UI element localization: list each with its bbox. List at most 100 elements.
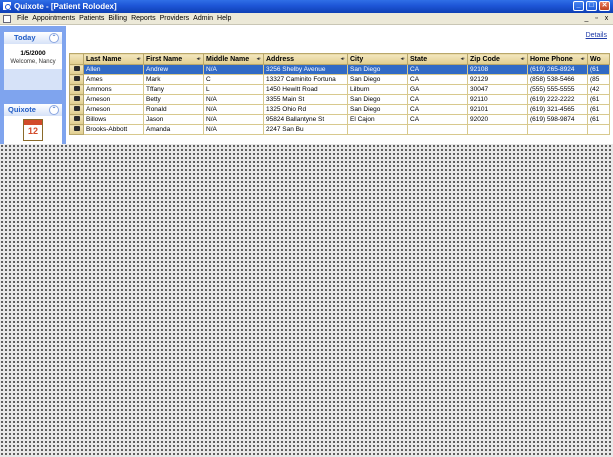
row-selector[interactable] <box>69 124 84 135</box>
table-cell[interactable]: CA <box>407 74 468 85</box>
table-cell[interactable] <box>467 124 528 135</box>
column-header-state[interactable]: State ◂▫ <box>407 53 468 65</box>
table-cell[interactable]: 3355 Main St <box>263 94 348 105</box>
menu-patients[interactable]: Patients <box>79 13 108 25</box>
table-cell[interactable]: Tffany <box>143 84 204 95</box>
table-cell[interactable]: San Diego <box>347 104 408 115</box>
column-header-first-name[interactable]: First Name ◂▫ <box>143 53 204 65</box>
table-cell[interactable] <box>407 124 468 135</box>
table-cell[interactable]: N/A <box>203 64 264 75</box>
sort-icon[interactable]: ◂▫ <box>581 56 585 62</box>
table-cell[interactable] <box>347 124 408 135</box>
menu-file[interactable]: File <box>17 13 32 25</box>
table-cell[interactable]: (61 <box>587 104 610 115</box>
table-cell[interactable]: Arneson <box>83 104 144 115</box>
table-cell[interactable]: (619) 321-4565 <box>527 104 588 115</box>
table-cell[interactable]: 1450 Hewitt Road <box>263 84 348 95</box>
table-cell[interactable]: (61 <box>587 114 610 125</box>
table-cell[interactable]: (555) 555-5555 <box>527 84 588 95</box>
table-row[interactable]: Arneson Betty N/A 3355 Main St San Diego CA 92… <box>69 94 610 105</box>
menu-providers[interactable]: Providers <box>160 13 194 25</box>
row-selector[interactable] <box>69 84 84 95</box>
table-cell[interactable]: Allen <box>83 64 144 75</box>
table-cell[interactable]: (619) 598-9874 <box>527 114 588 125</box>
details-link[interactable]: Details <box>586 32 607 39</box>
sort-icon[interactable]: ◂▫ <box>137 56 141 62</box>
menu-help[interactable]: Help <box>217 13 235 25</box>
column-header-middle-name[interactable]: Middle Name ◂▫ <box>203 53 264 65</box>
table-row[interactable]: Ammons Tffany L 1450 Hewitt Road Lilburn GA 30… <box>69 84 610 95</box>
column-header-work-phone[interactable]: Wo <box>587 53 610 65</box>
collapse-icon[interactable]: ⌃ <box>49 105 59 115</box>
table-cell[interactable]: GA <box>407 84 468 95</box>
sort-icon[interactable]: ◂▫ <box>197 56 201 62</box>
minimize-button[interactable]: _ <box>573 1 584 11</box>
table-cell[interactable]: 30047 <box>467 84 528 95</box>
column-header-address[interactable]: Address ◂▫ <box>263 53 348 65</box>
row-selector[interactable] <box>69 94 84 105</box>
table-cell[interactable]: N/A <box>203 114 264 125</box>
row-selector[interactable] <box>69 104 84 115</box>
menu-billing[interactable]: Billing <box>108 13 131 25</box>
menu-appointments[interactable]: Appointments <box>32 13 79 25</box>
table-cell[interactable]: (85 <box>587 74 610 85</box>
table-cell[interactable]: L <box>203 84 264 95</box>
table-cell[interactable]: San Diego <box>347 64 408 75</box>
sort-icon[interactable]: ◂▫ <box>257 56 261 62</box>
column-header-zip-code[interactable]: Zip Code ◂▫ <box>467 53 528 65</box>
maximize-button[interactable]: □ <box>586 1 597 11</box>
table-cell[interactable]: 92110 <box>467 94 528 105</box>
mdi-minimize-button[interactable]: _ <box>582 14 591 23</box>
table-row[interactable]: Allen Andrew N/A 3256 Shelby Avenue San Dieg… <box>69 64 610 75</box>
table-cell[interactable]: Billows <box>83 114 144 125</box>
table-cell[interactable]: (619) 265-8924 <box>527 64 588 75</box>
table-cell[interactable]: (61 <box>587 94 610 105</box>
table-cell[interactable]: Ammons <box>83 84 144 95</box>
table-row[interactable]: Ames Mark C 13327 Caminito Fortuna San Diego… <box>69 74 610 85</box>
table-cell[interactable]: Ronald <box>143 104 204 115</box>
table-cell[interactable]: El Cajon <box>347 114 408 125</box>
table-cell[interactable]: Amanda <box>143 124 204 135</box>
table-cell[interactable]: CA <box>407 64 468 75</box>
menu-admin[interactable]: Admin <box>193 13 217 25</box>
table-cell[interactable]: N/A <box>203 104 264 115</box>
table-cell[interactable]: (858) 538-5466 <box>527 74 588 85</box>
table-cell[interactable]: (619) 222-2222 <box>527 94 588 105</box>
table-cell[interactable]: 2247 San Bu <box>263 124 348 135</box>
sort-icon[interactable]: ◂▫ <box>461 56 465 62</box>
table-cell[interactable]: Arneson <box>83 94 144 105</box>
row-selector[interactable] <box>69 74 84 85</box>
calendar-icon[interactable]: 12 <box>23 119 43 141</box>
table-cell[interactable]: Lilburn <box>347 84 408 95</box>
table-cell[interactable]: (61 <box>587 64 610 75</box>
table-cell[interactable]: Brooks-Abbott <box>83 124 144 135</box>
table-cell[interactable]: Andrew <box>143 64 204 75</box>
table-cell[interactable]: San Diego <box>347 94 408 105</box>
column-header-city[interactable]: City ◂▫ <box>347 53 408 65</box>
row-selector[interactable] <box>69 114 84 125</box>
table-cell[interactable]: 92101 <box>467 104 528 115</box>
table-cell[interactable]: 92108 <box>467 64 528 75</box>
sort-icon[interactable]: ◂▫ <box>521 56 525 62</box>
row-selector[interactable] <box>69 64 84 75</box>
table-cell[interactable]: 13327 Caminito Fortuna <box>263 74 348 85</box>
table-cell[interactable]: N/A <box>203 94 264 105</box>
table-cell[interactable]: 1325 Ohio Rd <box>263 104 348 115</box>
table-cell[interactable]: 92129 <box>467 74 528 85</box>
table-cell[interactable]: CA <box>407 104 468 115</box>
table-cell[interactable]: Betty <box>143 94 204 105</box>
sort-icon[interactable]: ◂▫ <box>401 56 405 62</box>
table-cell[interactable]: 95824 Ballantyne St <box>263 114 348 125</box>
table-cell[interactable]: Ames <box>83 74 144 85</box>
table-cell[interactable]: 92020 <box>467 114 528 125</box>
table-cell[interactable] <box>527 124 588 135</box>
table-cell[interactable]: CA <box>407 114 468 125</box>
table-cell[interactable]: 3256 Shelby Avenue <box>263 64 348 75</box>
table-cell[interactable]: Jason <box>143 114 204 125</box>
column-header-last-name[interactable]: Last Name ◂▫ <box>83 53 144 65</box>
table-row[interactable]: Brooks-Abbott Amanda N/A 2247 San Bu <box>69 124 610 135</box>
table-cell[interactable]: C <box>203 74 264 85</box>
document-icon[interactable] <box>3 15 11 23</box>
table-cell[interactable]: (42 <box>587 84 610 95</box>
close-button[interactable]: ✕ <box>599 1 610 11</box>
